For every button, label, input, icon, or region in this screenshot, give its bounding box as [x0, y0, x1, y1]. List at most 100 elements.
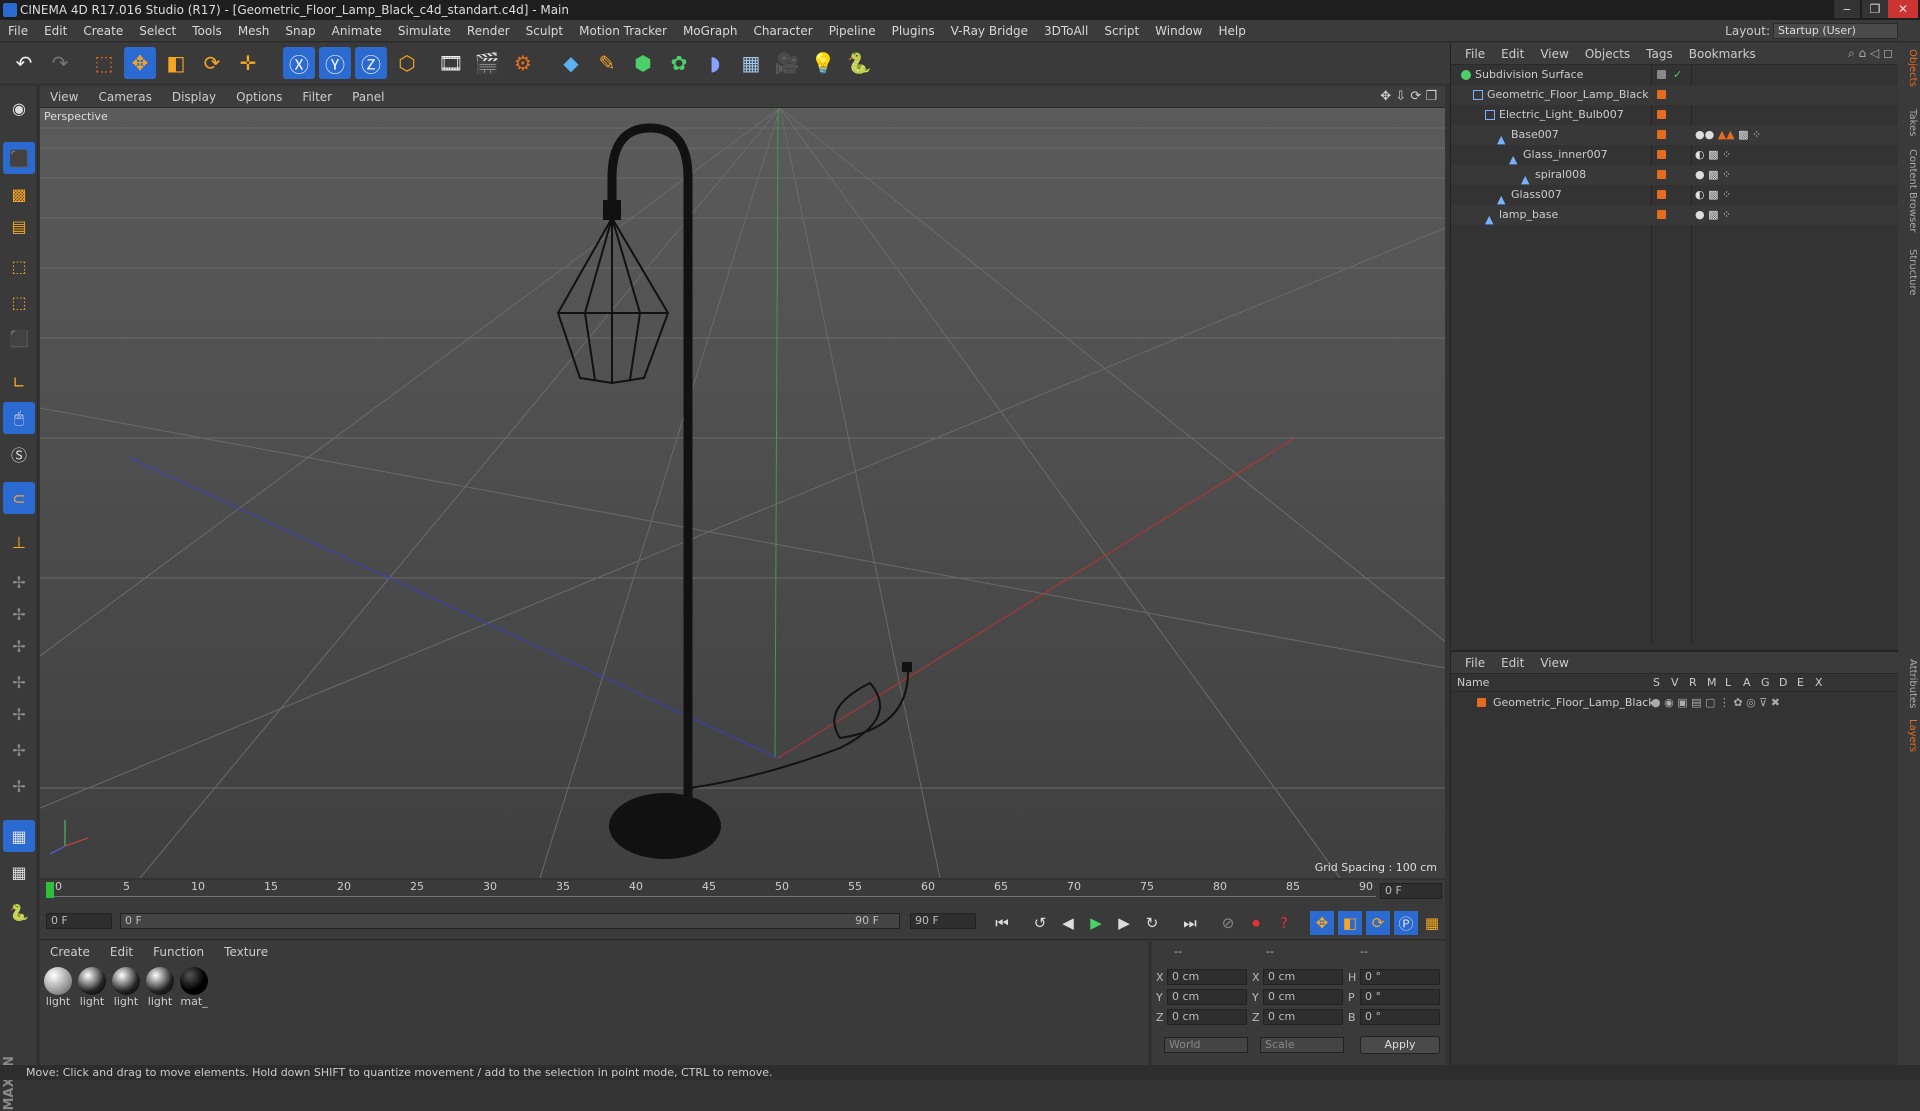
- sculpt-inflate-icon[interactable]: ✢: [3, 698, 35, 730]
- camera-icon[interactable]: 🎥: [771, 47, 803, 79]
- python-scripts-icon[interactable]: 🐍: [3, 896, 35, 928]
- next-frame-icon[interactable]: ▶: [1112, 911, 1136, 935]
- menu-file[interactable]: File: [0, 20, 36, 42]
- menu-simulate[interactable]: Simulate: [390, 20, 459, 42]
- menu-mesh[interactable]: Mesh: [230, 20, 278, 42]
- sculpt-pinch-icon[interactable]: ✢: [3, 734, 35, 766]
- material-menu-texture[interactable]: Texture: [214, 941, 278, 963]
- next-key-icon[interactable]: ↻: [1140, 911, 1164, 935]
- rotate-tool-icon[interactable]: ⟳: [196, 47, 228, 79]
- menu-tools[interactable]: Tools: [184, 20, 230, 42]
- prev-key-icon[interactable]: ↺: [1028, 911, 1052, 935]
- close-icon[interactable]: ✕: [1888, 0, 1918, 18]
- tab-content-browser[interactable]: Content Browser: [1900, 149, 1918, 232]
- layer-menu-view[interactable]: View: [1532, 652, 1576, 674]
- object-row[interactable]: ▲ Glass007 ◐ ▩ ⁘: [1451, 185, 1899, 206]
- menu-pipeline[interactable]: Pipeline: [821, 20, 884, 42]
- menu-edit[interactable]: Edit: [36, 20, 75, 42]
- position-z-field[interactable]: 0 cm: [1167, 1009, 1247, 1025]
- move-tool-icon[interactable]: ✥: [124, 47, 156, 79]
- render-picture-viewer-icon[interactable]: 🎬: [471, 47, 503, 79]
- edges-mode-icon[interactable]: ⬚: [3, 286, 35, 318]
- layer-dot[interactable]: [1657, 210, 1666, 219]
- deformer-icon[interactable]: ◗: [699, 47, 731, 79]
- menu-window[interactable]: Window: [1147, 20, 1210, 42]
- size-z-field[interactable]: 0 cm: [1263, 1009, 1343, 1025]
- world-select[interactable]: World: [1164, 1037, 1248, 1053]
- menu-create[interactable]: Create: [75, 20, 131, 42]
- redo-icon[interactable]: ↷: [44, 47, 76, 79]
- start-frame-field[interactable]: 0 F: [46, 913, 112, 929]
- viewport-menu-filter[interactable]: Filter: [292, 86, 342, 108]
- snap-icon[interactable]: Ⓢ: [3, 438, 35, 470]
- material-swatch[interactable]: light: [44, 967, 72, 1012]
- lock-grid-icon[interactable]: ▦: [3, 820, 35, 852]
- menu-select[interactable]: Select: [131, 20, 184, 42]
- layer-dot[interactable]: [1657, 190, 1666, 199]
- menu-3dtoall[interactable]: 3DToAll: [1036, 20, 1096, 42]
- end-frame-field[interactable]: 90 F: [910, 913, 976, 929]
- make-editable-icon[interactable]: ◉: [3, 92, 35, 124]
- rotation-b-field[interactable]: 0 °: [1360, 1009, 1440, 1025]
- enabled-check-icon[interactable]: ✓: [1673, 65, 1682, 85]
- layer-dot[interactable]: [1657, 150, 1666, 159]
- material-swatch[interactable]: light: [78, 967, 106, 1012]
- menu-help[interactable]: Help: [1210, 20, 1253, 42]
- timeline-ruler[interactable]: 0 5 10 15 20 25 30 35 40 45 50 55 60 65 …: [40, 880, 1445, 902]
- menu-character[interactable]: Character: [745, 20, 820, 42]
- object-row[interactable]: Geometric_Floor_Lamp_Black: [1451, 85, 1899, 105]
- object-row[interactable]: Subdivision Surface ✓: [1451, 65, 1899, 85]
- material-tags-icon[interactable]: ● ▩ ⁘: [1695, 165, 1731, 185]
- material-swatch[interactable]: mat_: [180, 967, 208, 1012]
- layer-menu-edit[interactable]: Edit: [1493, 652, 1532, 674]
- sculpt-mask-icon[interactable]: ✢: [3, 770, 35, 802]
- tab-attributes[interactable]: Attributes: [1900, 659, 1918, 708]
- 3d-viewport[interactable]: Perspective Grid Spacing : 100 cm: [40, 108, 1445, 878]
- tab-objects[interactable]: Objects: [1900, 49, 1918, 87]
- sculpt-pull-icon[interactable]: ✢: [3, 598, 35, 630]
- layer-dot[interactable]: [1657, 90, 1666, 99]
- sculpt-grab-icon[interactable]: ✢: [3, 566, 35, 598]
- material-tags-icon[interactable]: ◐ ▩ ⁘: [1695, 145, 1731, 165]
- pen-spline-icon[interactable]: ✎: [591, 47, 623, 79]
- cube-icon[interactable]: ◆: [555, 47, 587, 79]
- frame-range-slider[interactable]: 0 F 90 F: [120, 913, 900, 929]
- obj-menu-bookmarks[interactable]: Bookmarks: [1681, 43, 1764, 65]
- apply-button[interactable]: Apply: [1360, 1036, 1440, 1054]
- paint-icon[interactable]: ▦: [3, 856, 35, 888]
- render-settings-icon[interactable]: ⚙: [507, 47, 539, 79]
- menu-animate[interactable]: Animate: [324, 20, 390, 42]
- object-row[interactable]: ▲ spiral008 ● ▩ ⁘: [1451, 165, 1899, 186]
- tab-takes[interactable]: Takes: [1900, 109, 1918, 136]
- polygons-mode-icon[interactable]: ⬛: [3, 322, 35, 354]
- layer-menu-file[interactable]: File: [1451, 652, 1493, 674]
- material-swatch[interactable]: light: [112, 967, 140, 1012]
- scale-tool-icon[interactable]: ◧: [160, 47, 192, 79]
- coordinate-system-icon[interactable]: ⬡: [391, 47, 423, 79]
- layer-color-dot[interactable]: [1477, 698, 1486, 707]
- menu-render[interactable]: Render: [459, 20, 518, 42]
- x-axis-icon[interactable]: Ⓧ: [283, 47, 315, 79]
- obj-menu-edit[interactable]: Edit: [1493, 43, 1532, 65]
- light-icon[interactable]: 💡: [807, 47, 839, 79]
- viewport-menu-cameras[interactable]: Cameras: [88, 86, 161, 108]
- current-frame-field[interactable]: 0 F: [1380, 883, 1442, 899]
- material-swatch[interactable]: light: [146, 967, 174, 1012]
- tab-structure[interactable]: Structure: [1900, 249, 1918, 296]
- layout-select[interactable]: Startup (User): [1773, 23, 1898, 39]
- live-selection-icon[interactable]: ⬚: [88, 47, 120, 79]
- object-row[interactable]: ▲ lamp_base ● ▩ ⁘: [1451, 205, 1899, 226]
- layer-toggle-icons[interactable]: ● ◉ ▣ ▤ ▢ ⋮ ✿ ◎ ⊽ ✖: [1651, 694, 1780, 712]
- subdivision-icon[interactable]: ⬢: [627, 47, 659, 79]
- object-row[interactable]: ▲ Base007 ●● ▲▲ ▩ ⁘: [1451, 125, 1899, 146]
- menu-plugins[interactable]: Plugins: [884, 20, 943, 42]
- menu-vray-bridge[interactable]: V-Ray Bridge: [943, 20, 1036, 42]
- material-menu-edit[interactable]: Edit: [100, 941, 143, 963]
- key-scale-icon[interactable]: ◧: [1338, 911, 1362, 935]
- key-param-icon[interactable]: Ⓟ: [1394, 911, 1418, 935]
- model-mode-icon[interactable]: ⬛: [3, 142, 35, 174]
- cloner-icon[interactable]: ✿: [663, 47, 695, 79]
- menu-mograph[interactable]: MoGraph: [675, 20, 746, 42]
- key-rotation-icon[interactable]: ⟳: [1366, 911, 1390, 935]
- key-position-icon[interactable]: ✥: [1310, 911, 1334, 935]
